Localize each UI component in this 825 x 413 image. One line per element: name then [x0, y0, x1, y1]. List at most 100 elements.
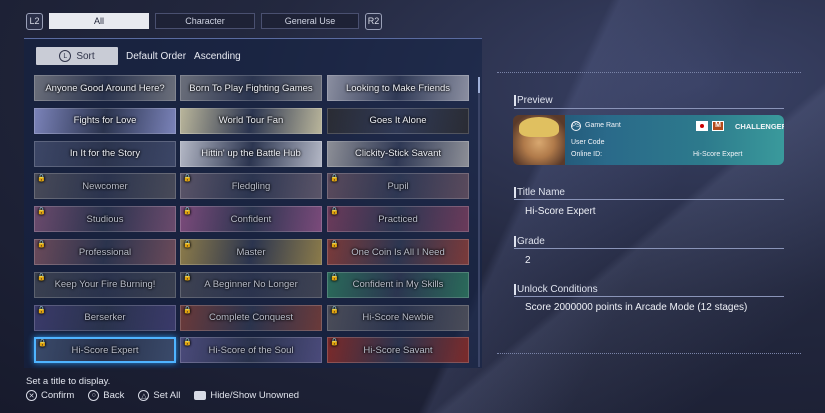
title-card[interactable]: In It for the Story [34, 140, 176, 167]
category-tab-bar: L2 All Character General Use R2 [26, 12, 382, 30]
title-card[interactable]: 🔒 Keep Your Fire Burning! [34, 271, 176, 298]
lock-icon: 🔒 [38, 340, 47, 348]
lock-icon: 🔒 [330, 175, 339, 183]
player-card-preview: PS Game Rant User Code Online ID: Hi-Sco… [513, 115, 784, 165]
sort-order-label: Default Order [126, 50, 187, 62]
title-card[interactable]: 🔒 Hi-Score of the Soul [180, 337, 322, 364]
title-name-marker [514, 187, 516, 198]
title-card[interactable]: 🔒 Complete Conquest [180, 304, 322, 331]
title-card[interactable]: 🔒 A Beginner No Longer [180, 271, 322, 298]
title-list-panel: L Sort Default Order Ascending Anyone Go… [24, 38, 482, 368]
lock-icon: 🔒 [37, 306, 46, 314]
title-name-divider [514, 199, 784, 200]
tab-character[interactable]: Character [155, 13, 255, 29]
sort-button-label: Sort [76, 50, 95, 62]
back-button[interactable]: ○ Back [88, 390, 124, 401]
lock-icon: 🔒 [183, 175, 192, 183]
title-card[interactable]: Looking to Make Friends [327, 75, 469, 101]
hide-show-button[interactable]: Hide/Show Unowned [194, 390, 299, 401]
title-card[interactable]: 🔒 Master [180, 239, 322, 265]
title-card[interactable]: 🔒 Newcomer [34, 173, 176, 200]
lock-icon: 🔒 [37, 175, 46, 183]
title-details-panel: Preview PS Game Rant User Code Online ID… [497, 72, 801, 354]
title-card[interactable]: Born To Play Fighting Games [180, 75, 322, 101]
title-card[interactable]: 🔒 One Coin Is All I Need [327, 239, 469, 265]
title-card[interactable]: 🔒 Hi-Score Expert [34, 337, 176, 364]
title-card[interactable]: 🔒 Studious [34, 206, 176, 233]
challenger-text: CHALLENGER [735, 122, 784, 131]
triangle-button-icon: △ [138, 390, 150, 401]
title-card[interactable]: World Tour Fan [180, 107, 322, 134]
title-card[interactable]: Hittin' up the Battle Hub [180, 140, 322, 167]
title-card-label: One Coin Is All I Need [351, 246, 445, 258]
title-card-label: Master [236, 246, 266, 258]
scroll-thumb[interactable] [478, 77, 480, 93]
lock-icon: 🔒 [183, 273, 192, 281]
grade-marker [514, 236, 516, 247]
title-card-label: In It for the Story [69, 148, 141, 160]
title-card-label: Born To Play Fighting Games [189, 82, 313, 94]
japan-flag-icon [696, 121, 708, 131]
lock-icon: 🔒 [37, 208, 46, 216]
preview-title-text: Hi-Score Expert [693, 151, 743, 158]
r2-trigger-icon[interactable]: R2 [365, 12, 382, 30]
title-card[interactable]: 🔒 Hi-Score Savant [327, 337, 469, 364]
confirm-label: Confirm [41, 390, 75, 401]
title-card[interactable]: Fights for Love [34, 107, 176, 134]
title-card[interactable]: 🔒 Fledgling [180, 173, 322, 200]
lock-icon: 🔒 [330, 208, 339, 216]
grade-divider [514, 248, 784, 249]
button-prompts: ✕ Confirm ○ Back △ Set All Hide/Show Uno… [26, 390, 299, 401]
unlock-divider [514, 296, 784, 297]
cross-button-icon: ✕ [26, 390, 37, 401]
lock-icon: 🔒 [330, 273, 339, 281]
scrollbar[interactable] [478, 77, 480, 367]
title-card-label: Confident in My Skills [352, 279, 444, 291]
lock-icon: 🔒 [330, 339, 339, 347]
avatar [513, 115, 565, 165]
lock-icon: 🔒 [183, 208, 192, 216]
player-name: Game Rant [585, 122, 621, 129]
tab-all[interactable]: All [49, 13, 149, 29]
title-card[interactable]: Goes It Alone [327, 107, 469, 134]
preview-divider [514, 108, 784, 109]
set-all-button[interactable]: △ Set All [138, 390, 180, 401]
lock-icon: 🔒 [183, 339, 192, 347]
lock-icon: 🔒 [183, 241, 192, 248]
title-card[interactable]: 🔒 Confident [180, 206, 322, 233]
title-card-label: Berserker [84, 312, 126, 324]
confirm-button[interactable]: ✕ Confirm [26, 390, 74, 401]
sort-button[interactable]: L Sort [36, 47, 118, 65]
title-card-label: Newcomer [82, 180, 128, 192]
title-card-label: Fights for Love [73, 115, 137, 127]
title-card-label: Keep Your Fire Burning! [54, 279, 156, 291]
grade-label: Grade [517, 236, 545, 247]
title-card[interactable]: 🔒 Berserker [34, 304, 176, 331]
title-card-label: Hi-Score of the Soul [208, 344, 294, 356]
title-card[interactable]: Anyone Good Around Here? [34, 75, 176, 101]
title-card[interactable]: 🔒 Practiced [327, 206, 469, 233]
title-card[interactable]: 🔒 Pupil [327, 173, 469, 200]
title-card-label: Hi-Score Savant [363, 344, 433, 356]
title-card-label: Confident [230, 213, 272, 225]
tab-general-use[interactable]: General Use [261, 13, 359, 29]
title-card-label: Hi-Score Newbie [362, 312, 434, 324]
challenger-badge: CHALLENGER [731, 118, 784, 134]
title-card-label: Hittin' up the Battle Hub [201, 148, 301, 160]
title-card-label: A Beginner No Longer [204, 279, 298, 291]
preview-label: Preview [517, 95, 553, 106]
title-card[interactable]: 🔒 Hi-Score Newbie [327, 304, 469, 331]
title-card[interactable]: 🔒 Confident in My Skills [327, 271, 469, 298]
title-card-label: Anyone Good Around Here? [45, 82, 165, 94]
title-card[interactable]: 🔒 Professional [34, 239, 176, 265]
hide-show-label: Hide/Show Unowned [210, 390, 300, 401]
footer-hint: Set a title to display. [26, 376, 111, 387]
l2-trigger-icon[interactable]: L2 [26, 12, 43, 30]
lock-icon: 🔒 [330, 306, 339, 314]
lock-icon: 🔒 [37, 273, 46, 281]
circle-button-icon: ○ [88, 390, 100, 401]
grade-value: 2 [525, 255, 531, 266]
title-card[interactable]: Clickity-Stick Savant [327, 140, 469, 167]
unlock-marker [514, 284, 516, 295]
online-id-label: Online ID: [571, 151, 603, 158]
